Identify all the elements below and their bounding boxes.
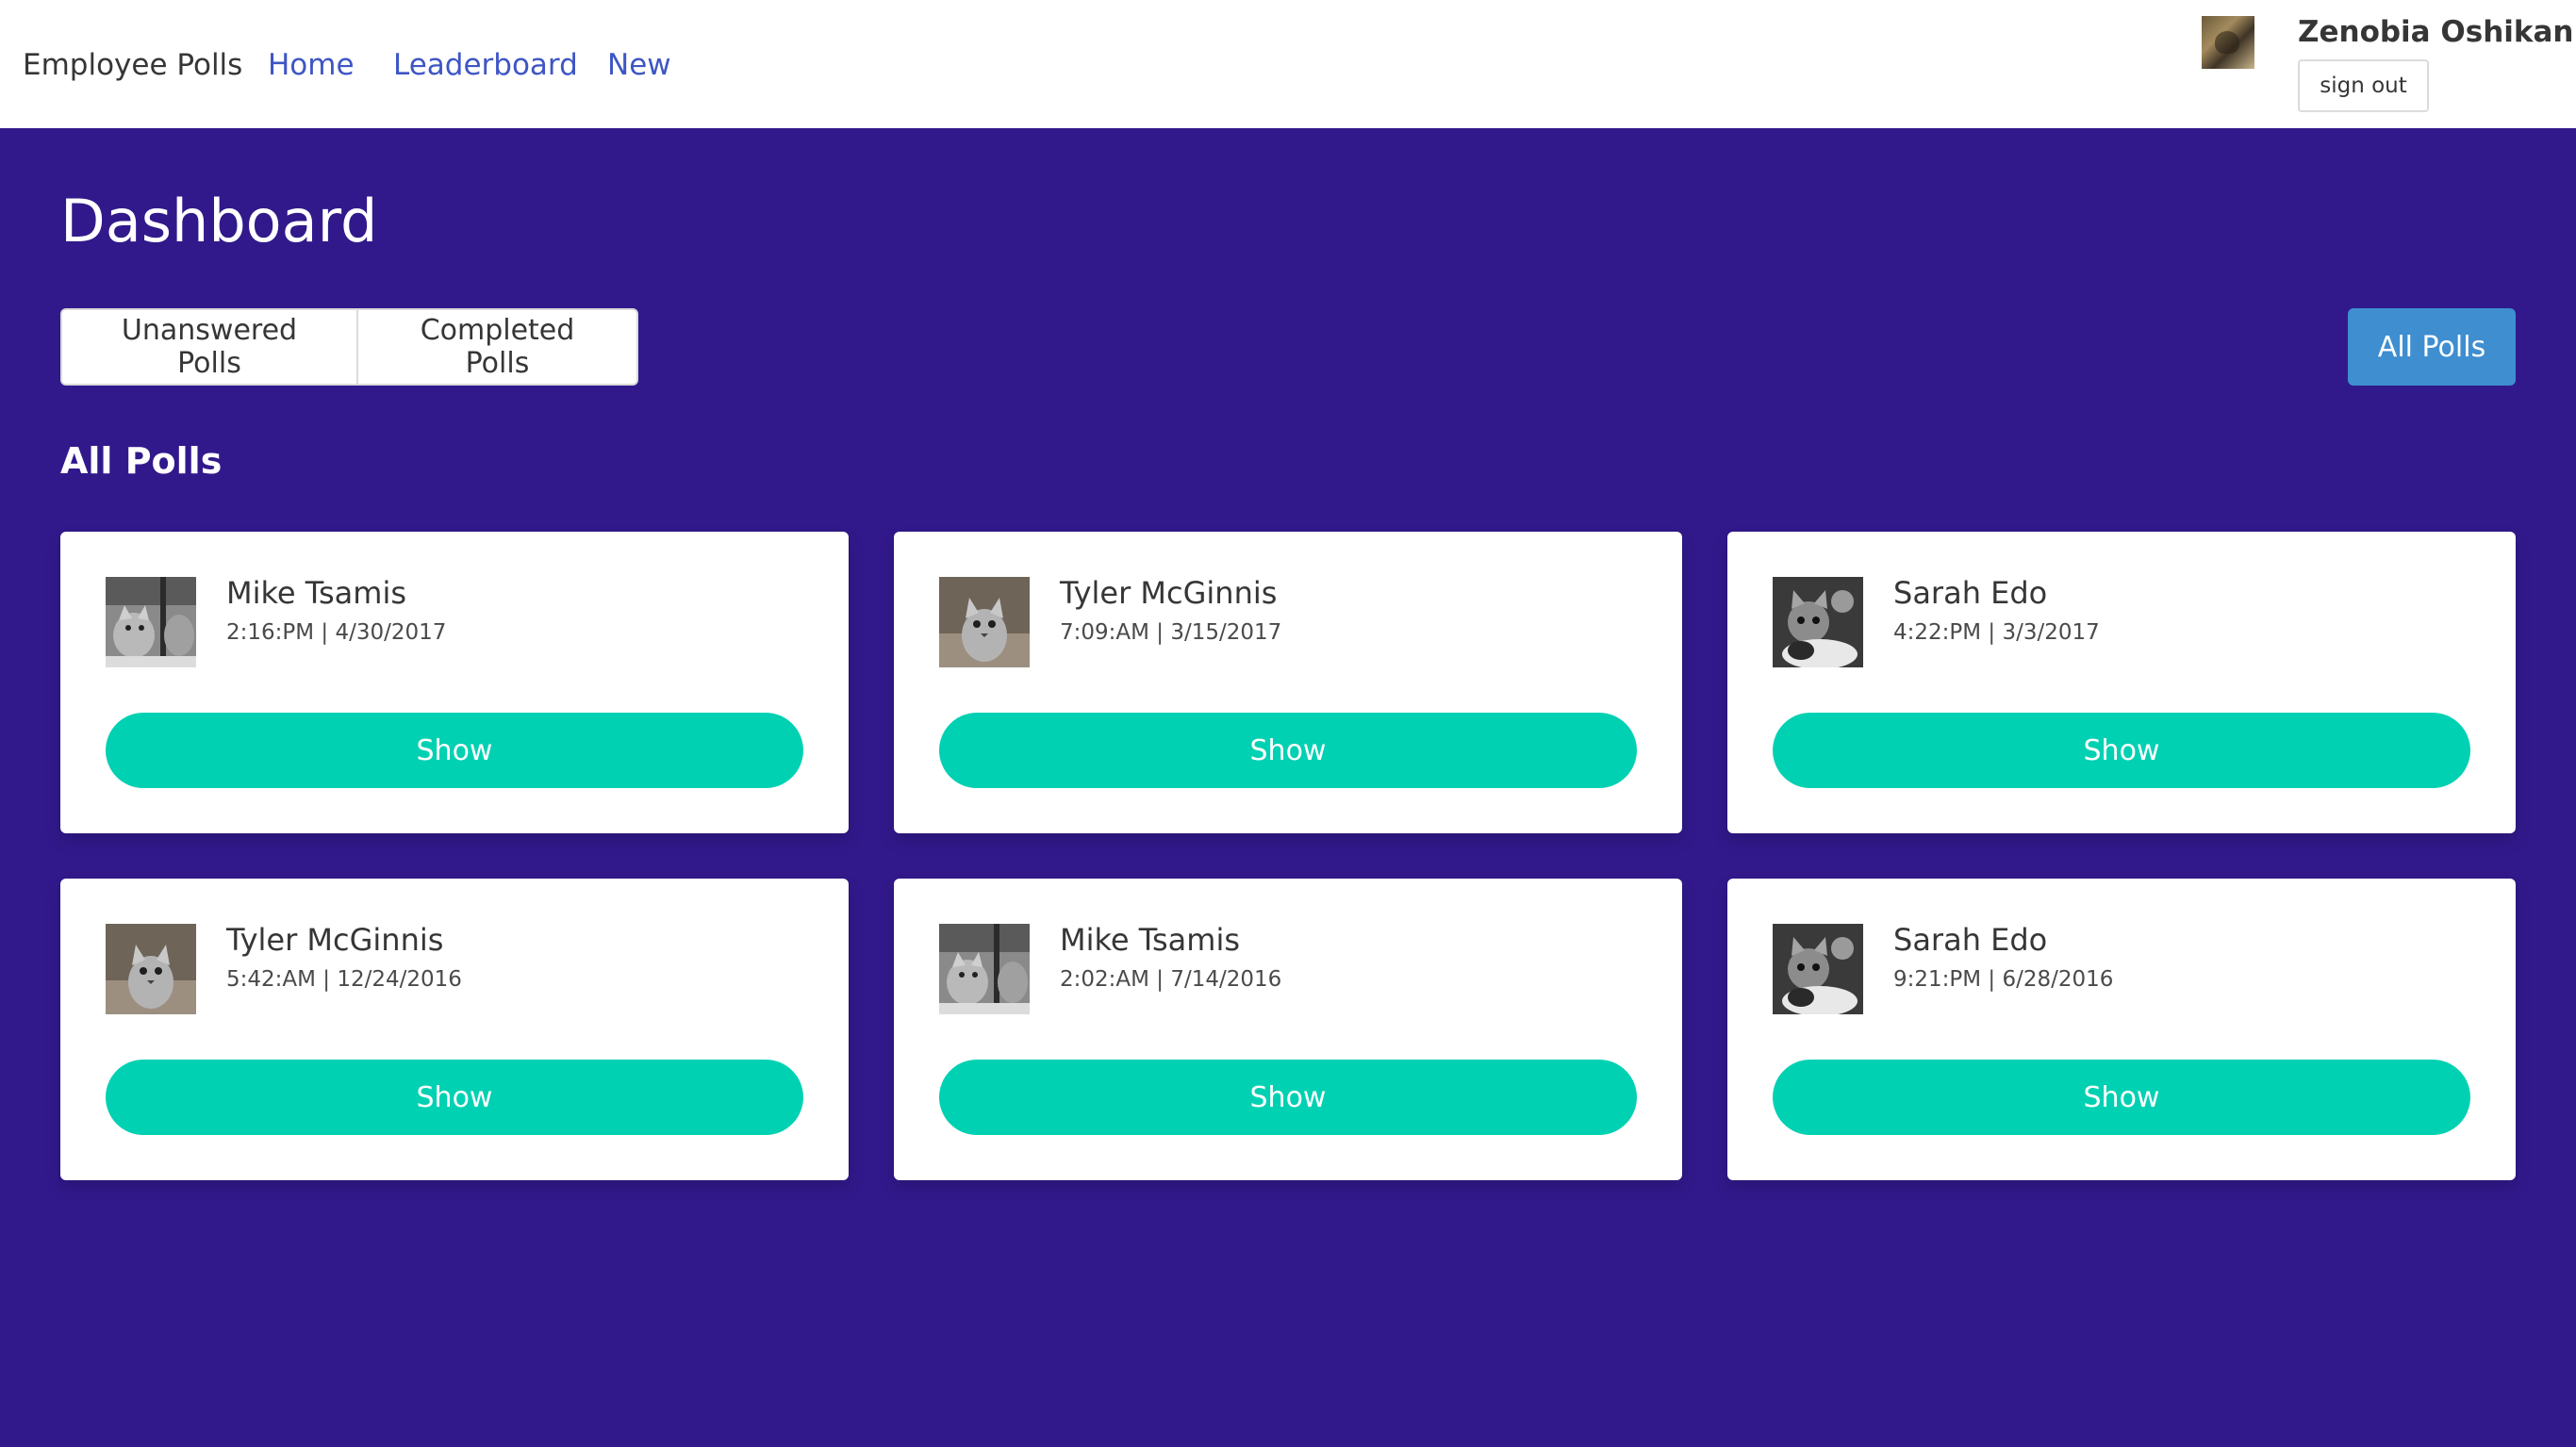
show-poll-button[interactable]: Show xyxy=(1773,713,2470,788)
unanswered-polls-button[interactable]: Unanswered Polls xyxy=(62,310,358,384)
kitten-photo-icon xyxy=(939,577,1030,667)
brand-title: Employee Polls xyxy=(23,48,243,82)
user-name: Zenobia Oshikanlu xyxy=(2298,15,2576,49)
sign-out-button[interactable]: sign out xyxy=(2298,59,2429,112)
show-poll-button[interactable]: Show xyxy=(106,1060,803,1135)
kitten-photo-icon xyxy=(1773,577,1863,667)
author-avatar xyxy=(1773,924,1863,1014)
poll-timestamp: 2:16:PM | 4/30/2017 xyxy=(226,620,447,645)
nav-link-leaderboard[interactable]: Leaderboard xyxy=(393,46,578,84)
poll-filter-group: Unanswered Polls Completed Polls xyxy=(60,308,638,386)
author-name: Sarah Edo xyxy=(1893,575,2048,611)
show-poll-button[interactable]: Show xyxy=(106,713,803,788)
poll-card: Mike Tsamis 2:02:AM | 7/14/2016 Show xyxy=(894,879,1682,1180)
kitten-photo-icon xyxy=(939,924,1030,1014)
poll-card: Tyler McGinnis 7:09:AM | 3/15/2017 Show xyxy=(894,532,1682,833)
author-avatar xyxy=(1773,577,1863,667)
author-name: Mike Tsamis xyxy=(1060,922,1241,958)
poll-card: Tyler McGinnis 5:42:AM | 12/24/2016 Show xyxy=(60,879,849,1180)
poll-timestamp: 2:02:AM | 7/14/2016 xyxy=(1060,967,1282,992)
author-avatar xyxy=(106,924,196,1014)
top-navbar: Employee Polls Home Leaderboard New Zeno… xyxy=(0,0,2576,128)
poll-timestamp: 5:42:AM | 12/24/2016 xyxy=(226,967,462,992)
author-name: Tyler McGinnis xyxy=(1060,575,1278,611)
poll-card: Mike Tsamis 2:16:PM | 4/30/2017 Show xyxy=(60,532,849,833)
author-name: Sarah Edo xyxy=(1893,922,2048,958)
poll-card: Sarah Edo 4:22:PM | 3/3/2017 Show xyxy=(1727,532,2516,833)
show-poll-button[interactable]: Show xyxy=(939,713,1637,788)
kitten-photo-icon xyxy=(1773,924,1863,1014)
user-avatar xyxy=(2202,16,2254,69)
kitten-photo-icon xyxy=(106,924,196,1014)
author-avatar xyxy=(939,577,1030,667)
kitten-photo-icon xyxy=(106,577,196,667)
nav-link-home[interactable]: Home xyxy=(268,46,355,84)
poll-timestamp: 9:21:PM | 6/28/2016 xyxy=(1893,967,2114,992)
author-name: Tyler McGinnis xyxy=(226,922,444,958)
poll-card: Sarah Edo 9:21:PM | 6/28/2016 Show xyxy=(1727,879,2516,1180)
author-avatar xyxy=(106,577,196,667)
completed-polls-button[interactable]: Completed Polls xyxy=(358,310,636,384)
section-title: All Polls xyxy=(60,440,223,482)
poll-timestamp: 4:22:PM | 3/3/2017 xyxy=(1893,620,2100,645)
all-polls-button[interactable]: All Polls xyxy=(2348,308,2516,386)
poll-timestamp: 7:09:AM | 3/15/2017 xyxy=(1060,620,1282,645)
page-title: Dashboard xyxy=(60,187,378,255)
show-poll-button[interactable]: Show xyxy=(1773,1060,2470,1135)
author-name: Mike Tsamis xyxy=(226,575,407,611)
show-poll-button[interactable]: Show xyxy=(939,1060,1637,1135)
nav-link-new[interactable]: New xyxy=(607,46,671,84)
author-avatar xyxy=(939,924,1030,1014)
